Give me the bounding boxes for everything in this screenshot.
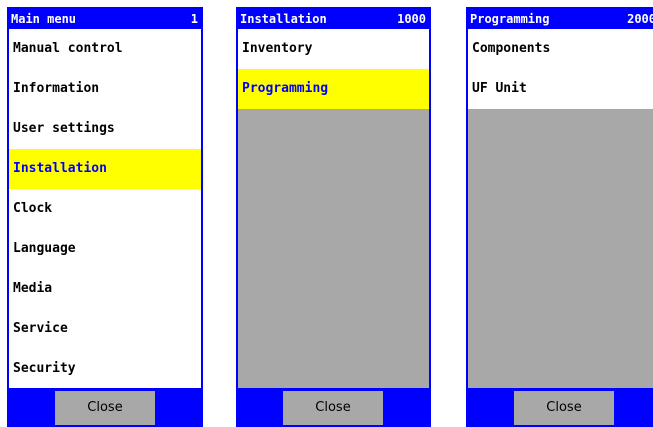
- menu-item-inventory[interactable]: Inventory: [238, 29, 429, 69]
- menu-item-components[interactable]: Components: [468, 29, 653, 69]
- menu-item-installation[interactable]: Installation: [9, 149, 201, 189]
- menu-item-user-settings[interactable]: User settings: [9, 109, 201, 149]
- installation-menu-list: Inventory Programming: [238, 29, 429, 109]
- installation-bottombar: Close: [238, 388, 429, 425]
- menu-item-uf-unit[interactable]: UF Unit: [468, 69, 653, 109]
- menu-item-information[interactable]: Information: [9, 69, 201, 109]
- main-menu-bottombar: Close: [9, 388, 201, 425]
- menu-item-security[interactable]: Security: [9, 349, 201, 389]
- main-menu-panel: Main menu 1 Manual control Information U…: [7, 7, 203, 427]
- menu-item-clock[interactable]: Clock: [9, 189, 201, 229]
- main-menu-title: Main menu: [11, 12, 77, 26]
- main-menu-titlebar: Main menu 1: [9, 9, 201, 29]
- menu-item-language[interactable]: Language: [9, 229, 201, 269]
- main-menu-number: 1: [190, 12, 198, 26]
- installation-title: Installation: [240, 12, 327, 26]
- menu-item-programming[interactable]: Programming: [238, 69, 429, 109]
- installation-number: 1000: [397, 12, 426, 26]
- programming-close-button[interactable]: Close: [514, 391, 614, 425]
- installation-titlebar: Installation 1000: [238, 9, 429, 29]
- programming-title: Programming: [470, 12, 550, 26]
- programming-panel: Programming 2000 Components UF Unit Clos…: [466, 7, 653, 427]
- programming-menu-list: Components UF Unit: [468, 29, 653, 109]
- menu-item-media[interactable]: Media: [9, 269, 201, 309]
- menu-item-manual-control[interactable]: Manual control: [9, 29, 201, 69]
- installation-close-button[interactable]: Close: [283, 391, 383, 425]
- menu-item-service[interactable]: Service: [9, 309, 201, 349]
- main-menu-list: Manual control Information User settings…: [9, 29, 201, 389]
- programming-number: 2000: [627, 12, 653, 26]
- main-menu-close-button[interactable]: Close: [55, 391, 155, 425]
- programming-titlebar: Programming 2000: [468, 9, 653, 29]
- programming-bottombar: Close: [468, 388, 653, 425]
- installation-panel: Installation 1000 Inventory Programming …: [236, 7, 431, 427]
